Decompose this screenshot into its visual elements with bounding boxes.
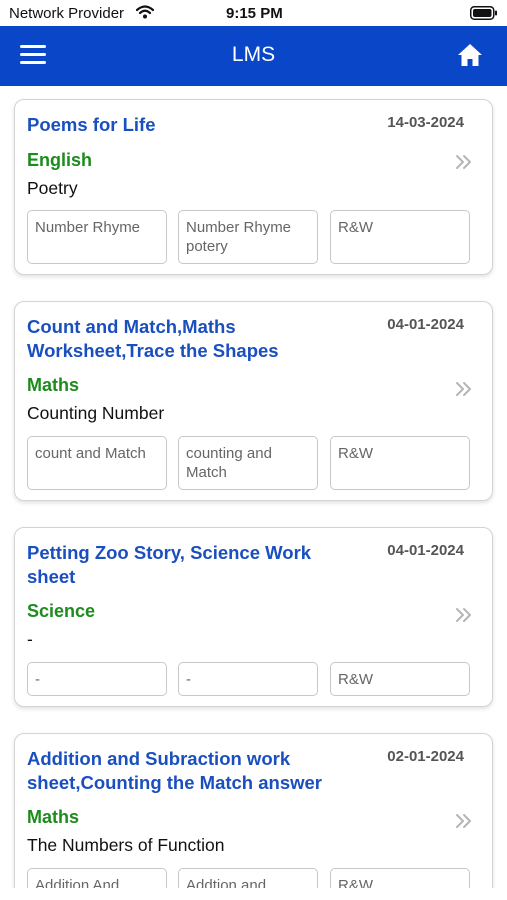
lesson-title: Count and Match,Maths Worksheet,Trace th… xyxy=(27,316,279,361)
tag-box: R&W xyxy=(330,436,470,490)
app-title: LMS xyxy=(231,43,276,66)
carrier-label: Network Provider xyxy=(9,5,125,22)
tag-row: - - R&W xyxy=(27,662,470,716)
lesson-topic: - xyxy=(27,629,33,649)
tag-box: Number Rhyme potery xyxy=(178,210,318,264)
app-bar: LMS xyxy=(0,26,507,86)
lesson-list: Poems for Life 14-03-2024 English Poetry… xyxy=(0,86,507,888)
lesson-date: 02-01-2024 xyxy=(387,748,464,765)
lesson-subject: Science xyxy=(27,601,96,621)
tag-box: count and Match xyxy=(27,436,167,490)
bottom-strip xyxy=(0,888,507,900)
lesson-card[interactable]: Addition and Subraction work sheet,Count… xyxy=(14,733,493,888)
lesson-card[interactable]: Poems for Life 14-03-2024 English Poetry… xyxy=(14,99,493,275)
chevron-right-icon[interactable] xyxy=(454,605,474,625)
status-bar: Network Provider 9:15 PM xyxy=(0,0,507,26)
tag-box: counting and Match xyxy=(178,436,318,490)
lesson-date: 04-01-2024 xyxy=(387,316,464,333)
lesson-card[interactable]: Count and Match,Maths Worksheet,Trace th… xyxy=(14,301,493,501)
tag-box: - xyxy=(178,662,318,696)
lesson-title: Addition and Subraction work sheet,Count… xyxy=(27,748,323,793)
lesson-topic: Counting Number xyxy=(27,403,165,423)
home-icon[interactable] xyxy=(457,43,483,67)
tag-row: count and Match counting and Match R&W xyxy=(27,436,470,490)
tag-box: Number Rhyme xyxy=(27,210,167,264)
lesson-date: 04-01-2024 xyxy=(387,542,464,559)
tag-row: Addition And Addtion and R&W xyxy=(27,868,470,888)
tag-box: R&W xyxy=(330,868,470,888)
tag-box: Addtion and xyxy=(178,868,318,888)
lesson-topic: The Numbers of Function xyxy=(27,835,225,855)
lesson-title: Petting Zoo Story, Science Work sheet xyxy=(27,542,312,587)
lesson-topic: Poetry xyxy=(27,178,78,198)
tag-box: - xyxy=(27,662,167,696)
chevron-right-icon[interactable] xyxy=(454,811,474,831)
chevron-right-icon[interactable] xyxy=(454,152,474,172)
lesson-subject: Maths xyxy=(27,375,80,395)
lesson-subject: Maths xyxy=(27,807,80,827)
wifi-icon xyxy=(136,5,154,19)
tag-box: R&W xyxy=(330,210,470,264)
lesson-subject: English xyxy=(27,150,93,170)
lesson-date: 14-03-2024 xyxy=(387,114,464,131)
battery-icon xyxy=(470,6,497,20)
lesson-title: Poems for Life xyxy=(27,114,156,135)
lesson-card[interactable]: Petting Zoo Story, Science Work sheet 04… xyxy=(14,527,493,707)
tag-box: Addition And xyxy=(27,868,167,888)
status-time: 9:15 PM xyxy=(226,5,283,22)
tag-row: Number Rhyme Number Rhyme potery R&W xyxy=(27,210,470,264)
tag-box: R&W xyxy=(330,662,470,696)
chevron-right-icon[interactable] xyxy=(454,379,474,399)
